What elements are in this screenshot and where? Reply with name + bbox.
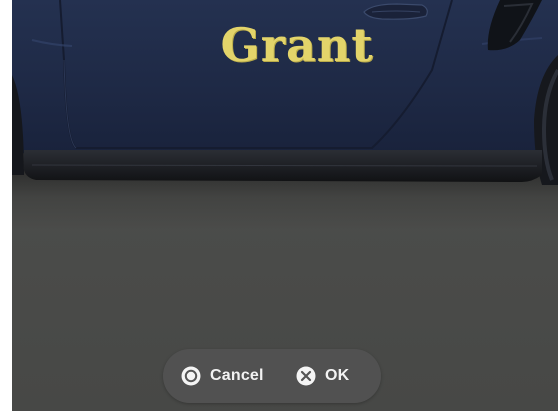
car-lettering: Grant (220, 18, 374, 72)
ok-button[interactable]: OK (296, 362, 349, 390)
cross-button-icon (296, 366, 316, 386)
cancel-button[interactable]: Cancel (181, 362, 264, 390)
cancel-label: Cancel (210, 367, 264, 384)
ok-label: OK (325, 367, 350, 384)
circle-button-icon (181, 366, 201, 386)
dialog-button-bar: Cancel OK (163, 349, 381, 403)
screen: Grant Cancel OK (0, 0, 558, 418)
